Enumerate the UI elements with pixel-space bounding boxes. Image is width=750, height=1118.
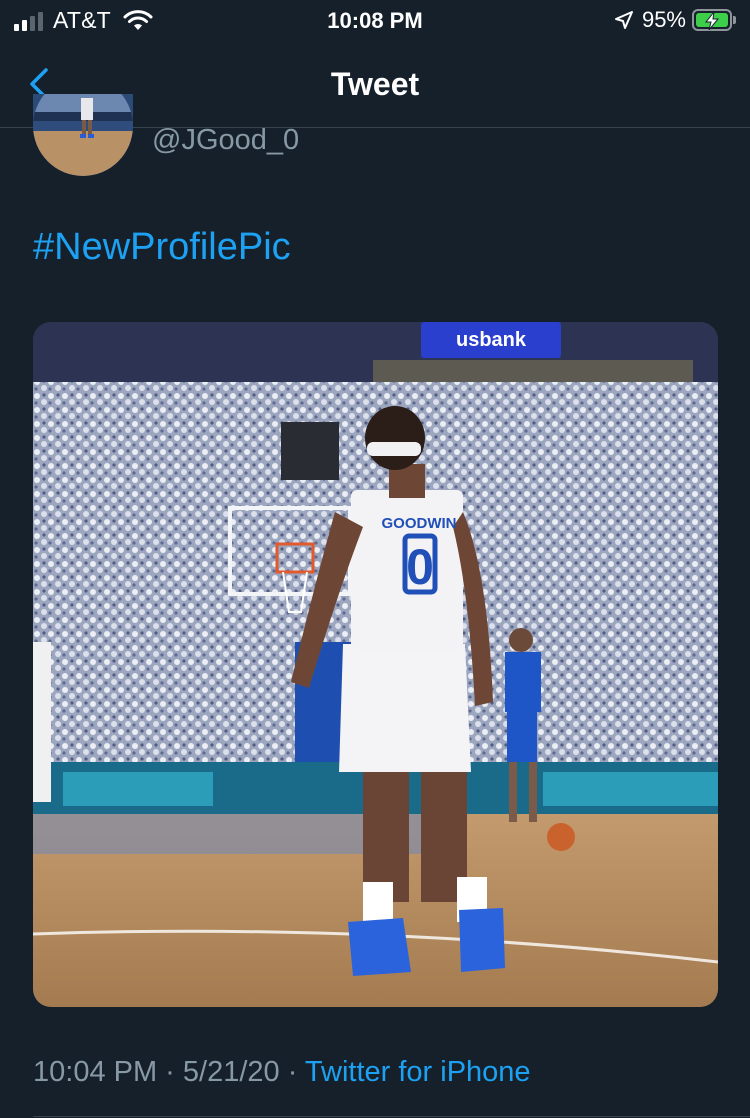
- battery-cap: [733, 16, 736, 24]
- tweet-meta: 10:04 PM · 5/21/20 · Twitter for iPhone: [33, 1056, 531, 1089]
- divider: [33, 1116, 750, 1117]
- tweet-source-link[interactable]: Twitter for iPhone: [305, 1056, 531, 1088]
- location-arrow-icon: [614, 11, 633, 29]
- avatar-photo: [33, 94, 133, 176]
- battery-fill: [696, 12, 728, 30]
- battery-percent: 95%: [641, 7, 686, 32]
- tweet-media-image[interactable]: usbank GOODWIN 0: [33, 322, 718, 1007]
- basketball-photo: usbank GOODWIN 0: [33, 322, 718, 1007]
- charging-bolt-icon: [704, 12, 720, 30]
- tweet-detail-screen: AT&T 10:08 PM 95% Tweet @JGood_0 #NewPro…: [0, 0, 750, 1118]
- battery-icon: [692, 9, 732, 31]
- jersey-name: GOODWIN: [382, 515, 457, 532]
- avatar-image: [33, 94, 133, 176]
- status-bar: AT&T 10:08 PM 95%: [0, 0, 750, 44]
- basketball: [547, 823, 575, 851]
- jersey-number: 0: [406, 539, 434, 595]
- hashtag-link[interactable]: #NewProfilePic: [33, 226, 291, 269]
- avatar[interactable]: [33, 94, 133, 176]
- status-right: 95%: [614, 7, 736, 33]
- tweet-timestamp: 10:04 PM · 5/21/20 ·: [33, 1056, 305, 1088]
- banner-text: usbank: [456, 329, 527, 351]
- author-handle[interactable]: @JGood_0: [152, 124, 299, 157]
